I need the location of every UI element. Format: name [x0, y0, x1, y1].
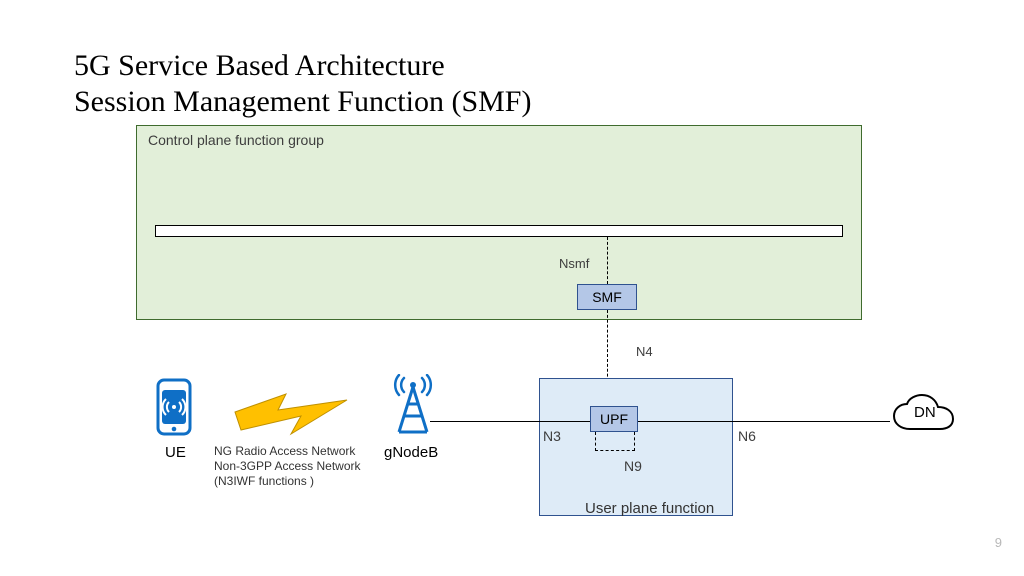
ran-line-2: Non-3GPP Access Network	[214, 459, 361, 473]
title-line-1: 5G Service Based Architecture	[74, 49, 445, 82]
user-plane-function-label: User plane function	[585, 500, 714, 517]
lightning-bolt-icon	[231, 384, 351, 449]
n3-label: N3	[543, 428, 561, 444]
gnodeb-label: gNodeB	[384, 444, 438, 461]
control-plane-group-label: Control plane function group	[148, 132, 324, 148]
link-bus-to-smf	[607, 237, 608, 284]
n9-label: N9	[624, 458, 642, 474]
n4-label: N4	[636, 344, 653, 359]
control-plane-group-box	[136, 125, 862, 320]
page-number: 9	[995, 535, 1002, 550]
dn-label: DN	[914, 404, 936, 421]
ue-phone-icon	[156, 378, 192, 441]
slide-title: 5G Service Based Architecture Session Ma…	[74, 48, 532, 120]
smf-node: SMF	[577, 284, 637, 310]
slide-canvas: 5G Service Based Architecture Session Ma…	[0, 0, 1024, 576]
n6-link	[638, 421, 890, 422]
service-bus-bar	[155, 225, 843, 237]
ue-label: UE	[165, 444, 186, 461]
title-line-2: Session Management Function (SMF)	[74, 85, 532, 118]
ran-description: NG Radio Access Network Non-3GPP Access …	[214, 444, 361, 489]
nsmf-label: Nsmf	[559, 256, 589, 271]
n6-label: N6	[738, 428, 756, 444]
n9-loopback-link	[595, 432, 635, 451]
ran-line-1: NG Radio Access Network	[214, 444, 355, 458]
ran-line-3: (N3IWF functions )	[214, 474, 314, 488]
user-plane-function-box	[539, 378, 733, 516]
upf-node: UPF	[590, 406, 638, 432]
n3-link	[430, 421, 590, 422]
gnodeb-antenna-icon	[391, 374, 435, 441]
